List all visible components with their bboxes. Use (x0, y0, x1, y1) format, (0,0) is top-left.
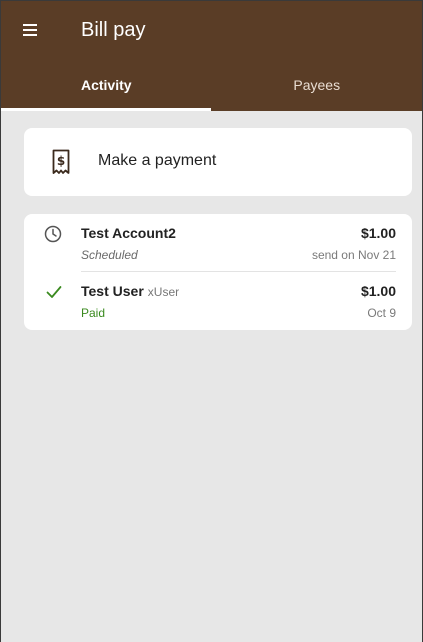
payment-amount: $1.00 (360, 283, 396, 299)
payee-name-text: Test User (81, 283, 144, 299)
payee-name-text: Test Account2 (81, 225, 176, 241)
payment-amount: $1.00 (360, 225, 396, 241)
clock-icon (44, 225, 62, 243)
payee-nickname: xUser (147, 285, 180, 299)
tab-bar: Activity Payees (1, 61, 422, 111)
status-badge: Paid (81, 306, 106, 320)
app-screen: Bill pay Activity Payees $ Make a paymen… (0, 0, 423, 642)
page-title: Bill pay (81, 19, 146, 41)
active-tab-indicator (1, 108, 211, 111)
status-badge: Scheduled (81, 248, 138, 262)
hamburger-menu-icon[interactable] (23, 22, 43, 38)
make-payment-label: Make a payment (98, 152, 217, 169)
payee-name: Test User xUser (81, 283, 179, 299)
payment-date: Oct 9 (367, 306, 396, 320)
check-icon (46, 286, 62, 298)
list-item[interactable]: Test User xUser $1.00 Paid Oct 9 (24, 272, 412, 330)
payment-date: send on Nov 21 (311, 248, 396, 262)
app-bar: Bill pay Activity Payees (1, 1, 422, 111)
tab-payees[interactable]: Payees (212, 61, 423, 111)
activity-list: Test Account2 $1.00 Scheduled send on No… (24, 214, 412, 330)
payee-name: Test Account2 (81, 225, 176, 241)
make-payment-button[interactable]: $ Make a payment (24, 128, 412, 196)
tab-activity[interactable]: Activity (1, 61, 212, 111)
top-bar: Bill pay (1, 1, 422, 61)
list-item[interactable]: Test Account2 $1.00 Scheduled send on No… (24, 214, 412, 272)
receipt-dollar-icon: $ (52, 149, 70, 174)
svg-text:$: $ (57, 154, 65, 168)
